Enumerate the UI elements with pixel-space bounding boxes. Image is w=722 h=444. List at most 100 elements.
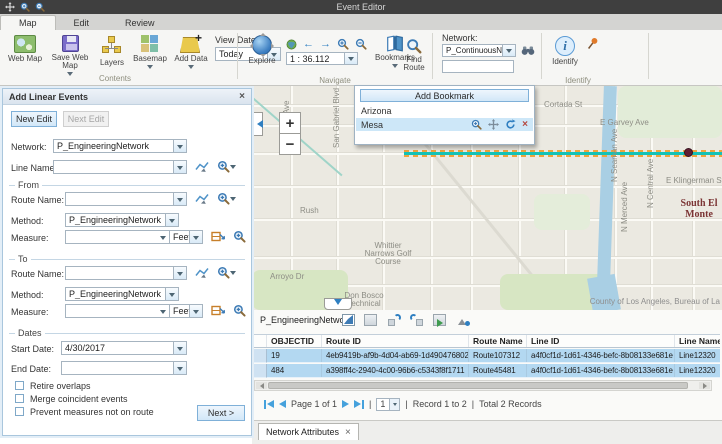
tab-map[interactable]: Map [0,15,56,30]
add-data-button[interactable]: + Add Data [171,35,211,72]
to-method-combobox[interactable]: P_EngineeringNetwork [65,287,179,301]
collapse-table-button[interactable] [324,298,352,310]
first-page-button[interactable] [264,400,274,409]
network-dropdown-icon[interactable] [502,45,515,56]
pan-to-bookmark-icon[interactable] [488,119,499,130]
table-row[interactable]: 484 a398ff4c-2940-4c00-96b6-c5343f8f1711… [254,364,720,378]
table-row[interactable]: 19 4eb9419b-af9b-4d04-ab69-1d490476802b … [254,349,720,363]
from-unit-combobox[interactable]: Feet [169,230,203,244]
end-date-combobox[interactable] [61,361,187,375]
zoom-to-route-button[interactable] [217,192,239,205]
row-selector[interactable] [254,364,267,378]
close-panel-icon[interactable]: × [239,92,245,102]
tab-edit[interactable]: Edit [56,15,108,30]
dropdown-icon[interactable] [389,399,399,410]
zoom-to-bookmark-icon[interactable] [471,119,482,130]
page-select-combobox[interactable]: 1 [376,398,400,411]
next-extent-icon[interactable]: → [320,39,331,50]
network-combobox[interactable]: P_ContinuousNetwork [442,44,516,57]
scale-dropdown-icon[interactable] [344,53,357,64]
dropdown-icon[interactable] [173,342,186,354]
next-edit-button[interactable]: Next Edit [63,111,109,127]
scroll-left-icon[interactable] [256,382,267,389]
zoom-to-line-button[interactable] [217,160,239,173]
dropdown-icon[interactable] [173,161,186,173]
map-zoom-in-button[interactable]: + [279,112,301,134]
map-zoom-out-icon[interactable] [355,38,367,50]
sort-records-icon[interactable] [457,314,470,326]
explore-button[interactable]: Explore [245,35,279,65]
collapse-panel-button[interactable] [252,112,263,136]
to-route-name-combobox[interactable] [65,266,187,280]
column-header[interactable]: Route Name [469,335,527,347]
layers-button[interactable]: Layers [95,36,129,67]
column-header[interactable]: Line ID [527,335,675,347]
full-extent-icon[interactable] [286,39,297,50]
to-unit-combobox[interactable]: Feet [169,304,203,318]
merge-coincident-checkbox[interactable] [15,394,24,403]
web-map-button[interactable]: Web Map [6,35,44,63]
dropdown-icon[interactable] [189,305,202,317]
identify-button[interactable]: i Identify [548,36,582,66]
from-route-name-combobox[interactable] [65,192,187,206]
tab-review[interactable]: Review [107,15,173,30]
dropdown-icon[interactable] [173,193,186,205]
basemap-button[interactable]: Basemap [131,35,169,72]
pin-icon[interactable] [586,37,599,50]
previous-extent-icon[interactable]: ← [303,39,314,50]
tab-network-attributes[interactable]: Network Attributes × [258,423,359,440]
zoom-to-measure-icon[interactable] [233,230,246,243]
column-header[interactable]: OBJECTID [267,335,322,347]
select-line-on-map-icon[interactable] [195,160,209,173]
dropdown-icon[interactable] [165,288,178,300]
network-combobox[interactable]: P_EngineeringNetwork [53,139,187,153]
previous-page-button[interactable] [279,400,286,408]
prevent-measures-checkbox[interactable] [15,407,24,416]
close-tab-icon[interactable]: × [345,427,351,438]
from-measure-combobox[interactable] [65,230,169,244]
measure-pick-icon[interactable] [211,304,225,317]
start-date-combobox[interactable]: 4/30/2017 [61,341,187,355]
map-zoom-out-button[interactable]: − [279,133,301,155]
export-records-icon[interactable] [433,314,446,326]
bookmark-item-arizona[interactable]: Arizona [356,104,533,117]
row-selector[interactable] [254,349,267,363]
update-bookmark-icon[interactable] [505,119,516,130]
dropdown-icon[interactable] [173,267,186,279]
add-bookmark-button[interactable]: Add Bookmark [360,89,529,102]
new-edit-button[interactable]: New Edit [11,111,57,127]
column-header[interactable]: Line Name [675,335,720,347]
horizontal-scrollbar[interactable] [254,380,712,391]
select-records-icon[interactable] [342,314,355,326]
find-route-button[interactable]: Find Route [398,38,430,72]
save-web-map-button[interactable]: Save Web Map [50,35,90,79]
to-measure-combobox[interactable] [65,304,169,318]
zoom-to-measure-icon[interactable] [233,304,246,317]
field-calculator-icon[interactable] [364,314,377,326]
scroll-right-icon[interactable] [699,382,710,389]
select-route-on-map-icon[interactable] [195,192,209,205]
find-binoculars-icon[interactable] [521,45,535,56]
next-button[interactable]: Next > [197,405,245,421]
measure-pick-icon[interactable] [211,230,225,243]
dropdown-icon[interactable] [165,214,178,226]
select-route-on-map-icon[interactable] [195,266,209,279]
switch-selection-icon[interactable] [410,314,423,326]
dropdown-icon[interactable] [173,140,186,152]
bookmark-item-mesa[interactable]: Mesa × [356,118,533,131]
column-header[interactable]: Route ID [322,335,469,347]
remove-bookmark-icon[interactable]: × [522,119,528,130]
scrollbar-thumb[interactable] [268,382,688,389]
line-name-combobox[interactable] [53,160,187,174]
last-page-button[interactable] [354,400,364,409]
zoom-to-selection-icon[interactable] [388,314,401,326]
scale-combobox[interactable]: 1 : 36.112 [286,52,358,65]
find-route-input[interactable] [442,60,514,73]
dropdown-icon[interactable] [189,231,202,243]
map-zoom-in-icon[interactable] [337,38,349,50]
next-page-button[interactable] [342,400,349,408]
zoom-to-route-button[interactable] [217,266,239,279]
from-method-combobox[interactable]: P_EngineeringNetwork [65,213,179,227]
retire-overlaps-checkbox[interactable] [15,381,24,390]
layer-tab-label[interactable]: P_EngineeringNetwork [260,315,352,325]
